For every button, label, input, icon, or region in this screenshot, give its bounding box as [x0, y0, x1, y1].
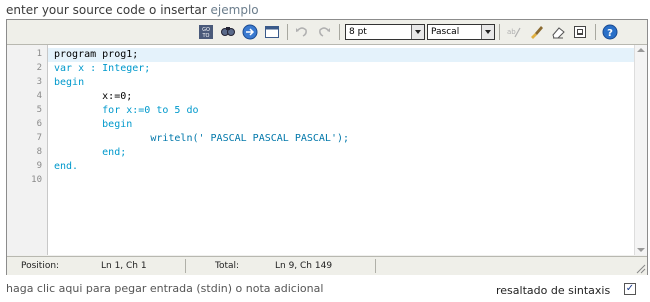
code-editor: GO TO 8 pt Pascal ab ? 1 2 3 4 5 6 7 8 9…	[6, 19, 648, 275]
spell-icon[interactable]: ab	[505, 23, 523, 41]
code-area[interactable]: 1 2 3 4 5 6 7 8 9 10 program prog1; var …	[7, 45, 647, 255]
highlight-icon[interactable]	[527, 23, 545, 41]
line-number-gutter: 1 2 3 4 5 6 7 8 9 10	[7, 45, 48, 255]
code-line: end;	[54, 147, 127, 158]
position-label: Position:	[21, 261, 60, 271]
line-number: 3	[36, 77, 42, 87]
chevron-down-icon	[411, 25, 424, 39]
code-line: program prog1;	[54, 49, 139, 60]
svg-text:ab: ab	[507, 28, 516, 36]
line-number: 6	[36, 119, 42, 129]
resize-handle-icon[interactable]	[636, 264, 646, 274]
font-size-select[interactable]: 8 pt	[345, 24, 425, 40]
prompt-text: enter your source code o insertar	[6, 3, 207, 17]
undo-icon[interactable]	[293, 23, 311, 41]
font-size-value: 8 pt	[349, 27, 367, 37]
syntax-highlight-label: resaltado de sintaxis	[496, 284, 611, 297]
stdin-link[interactable]: haga clic aqui para pegar entrada (stdin…	[6, 282, 323, 295]
search-icon[interactable]	[219, 23, 237, 41]
line-number: 7	[36, 133, 42, 143]
language-value: Pascal	[431, 27, 460, 37]
editor-toolbar: GO TO 8 pt Pascal ab ?	[7, 20, 647, 45]
search-next-icon[interactable]	[241, 23, 259, 41]
svg-text:TO: TO	[202, 33, 210, 39]
line-number: 1	[36, 49, 42, 59]
status-bar: Position: Ln 1, Ch 1 Total: Ln 9, Ch 149	[7, 256, 647, 275]
go-to-line-icon[interactable]: GO TO	[197, 23, 215, 41]
toolbar-separator	[595, 24, 596, 40]
code-line: begin	[54, 119, 133, 130]
reset-icon[interactable]	[571, 23, 589, 41]
code-line: end.	[54, 161, 79, 172]
vertical-scrollbar[interactable]	[634, 45, 647, 255]
source-code-prompt: enter your source code o insertar ejempl…	[6, 3, 259, 17]
line-number: 4	[36, 91, 42, 101]
scroll-up-icon[interactable]	[637, 48, 645, 52]
redo-icon[interactable]	[315, 23, 333, 41]
line-number: 8	[36, 147, 42, 157]
position-value: Ln 1, Ch 1	[101, 261, 147, 271]
line-number: 2	[36, 63, 42, 73]
code-line: x:=0;	[54, 91, 133, 102]
example-link[interactable]: ejemplo	[211, 3, 259, 17]
line-number: 9	[36, 161, 42, 171]
toolbar-separator	[499, 24, 500, 40]
total-value: Ln 9, Ch 149	[275, 261, 333, 271]
eraser-icon[interactable]	[549, 23, 567, 41]
toolbar-separator	[287, 24, 288, 40]
language-select[interactable]: Pascal	[427, 24, 495, 40]
toolbar-separator	[339, 24, 340, 40]
code-line: for x:=0 to 5 do	[54, 105, 199, 116]
total-label: Total:	[215, 261, 240, 271]
line-number: 5	[36, 105, 42, 115]
scroll-down-icon[interactable]	[637, 248, 645, 252]
code-line: writeln(' PASCAL PASCAL PASCAL');	[54, 133, 350, 144]
syntax-highlight-checkbox[interactable]: ✓	[624, 283, 636, 295]
svg-text:?: ?	[607, 28, 613, 39]
help-icon[interactable]: ?	[601, 23, 619, 41]
line-number: 10	[31, 175, 42, 185]
fullscreen-icon[interactable]	[263, 23, 281, 41]
code-line: begin	[54, 77, 85, 88]
status-separator	[375, 259, 376, 273]
code-line: var x : Integer;	[54, 63, 151, 74]
chevron-down-icon	[481, 25, 494, 39]
status-separator	[185, 259, 186, 273]
